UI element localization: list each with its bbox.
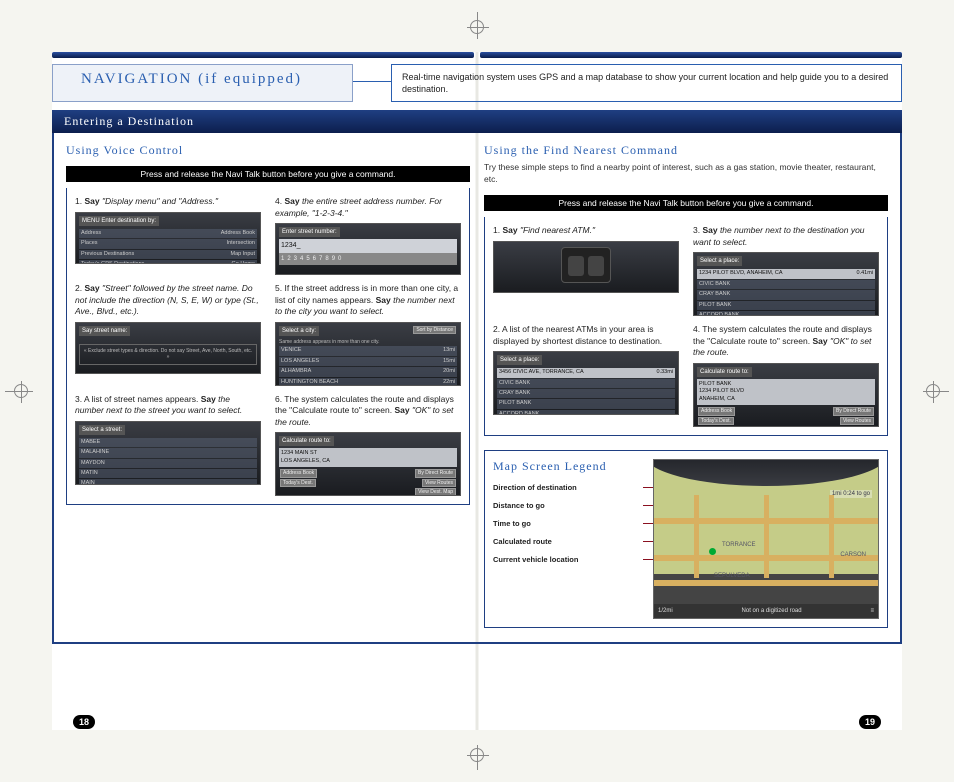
instruction-step: 2. A list of the nearest ATMs in your ar… [493,324,679,426]
legend-item: Current vehicle location [493,555,643,564]
left-column: Using Voice Control Press and release th… [66,143,470,627]
content-frame: Using Voice Control Press and release th… [52,133,902,643]
legend-item: Direction of destination [493,483,643,492]
device-screenshot: Calculate route to:PILOT BANK 1234 PILOT… [693,363,879,427]
device-screenshot: Select a place:1234 PILOT BLVD, ANAHEIM,… [693,252,879,316]
device-screenshot: Select a place:3456 CIVIC AVE, TORRANCE,… [493,351,679,415]
device-screenshot: Calculate route to:1234 MAIN ST LOS ANGE… [275,432,461,496]
header-rule [52,52,902,58]
voice-control-heading: Using Voice Control [66,143,470,158]
legend-item: Distance to go [493,501,643,510]
instruction-bar: Press and release the Navi Talk button b… [66,166,470,182]
legend-item: Calculated route [493,537,643,546]
instruction-step: 3. A list of street names appears. Say t… [75,394,261,496]
map-top-status: 1mi 0:24 to go [830,490,872,498]
device-screenshot: Say street name:« Exclude street types &… [75,322,261,374]
device-screenshot: MENU Enter destination by:AddressAddress… [75,212,261,264]
dashboard-graphic [653,459,879,486]
instruction-step: 6. The system calculates the route and d… [275,394,461,496]
registration-icon [470,748,484,762]
map-city-label: SEPULVEDA [714,573,750,579]
section-header: Entering a Destination [52,110,902,133]
instruction-step: 1. Say "Find nearest ATM." [493,225,679,316]
registration-icon [14,384,28,398]
find-nearest-heading: Using the Find Nearest Command [484,143,888,158]
right-column: Using the Find Nearest Command Try these… [484,143,888,627]
title-callout: Real-time navigation system uses GPS and… [391,64,902,102]
leader-line [353,81,391,102]
instruction-step: 3. Say the number next to the destinatio… [693,225,879,316]
instruction-step: 1. Say "Display menu" and "Address."MENU… [75,196,261,275]
map-screenshot: 1mi 0:24 to go TORRANCE CARSON SEPULVEDA… [653,459,879,619]
device-screenshot [493,241,679,293]
device-screenshot: Select a city:Sort by DistanceSame addre… [275,322,461,386]
instruction-step: 5. If the street address is in more than… [275,283,461,385]
legend-title: Map Screen Legend [493,459,643,473]
instruction-step: 2. Say "Street" followed by the street n… [75,283,261,385]
map-status-text: Not on a digitized road [742,608,802,614]
registration-icon [926,384,940,398]
instruction-bar: Press and release the Navi Talk button b… [484,195,888,211]
map-city-label: CARSON [840,552,866,558]
map-legend-box: Map Screen Legend Direction of destinati… [484,450,888,628]
instruction-step: 4. The system calculates the route and d… [693,324,879,426]
menu-icon: ≡ [870,608,874,614]
map-city-label: TORRANCE [722,542,756,548]
find-nearest-intro: Try these simple steps to find a nearby … [484,162,888,185]
manual-spread: NAVIGATION (if equipped) Real-time navig… [52,52,902,730]
zoom-level: 1/2mi [658,608,673,614]
registration-icon [470,20,484,34]
device-screenshot: Select a street:MABEEMALAHINEMAYDONMATIN… [75,421,261,485]
vehicle-pin-icon [709,548,716,555]
page-number-right: 19 [859,715,881,729]
instruction-step: 4. Say the entire street address number.… [275,196,461,275]
device-screenshot: Enter street number:1234_1234567890 [275,223,461,275]
legend-item: Time to go [493,519,643,528]
page-title: NAVIGATION (if equipped) [52,64,353,102]
page-number-left: 18 [73,715,95,729]
